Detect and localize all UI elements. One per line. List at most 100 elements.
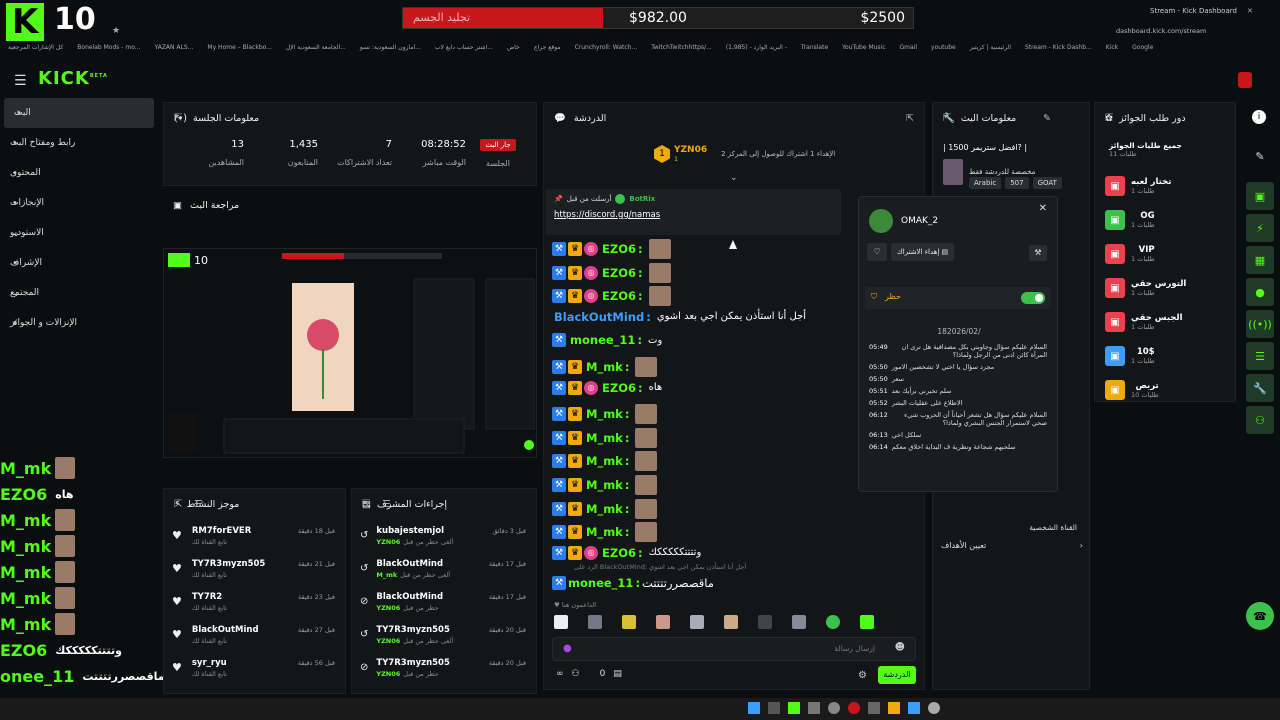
bookmark-item[interactable]: Crunchyroll: Watch...	[575, 44, 638, 56]
notification-icon[interactable]	[1238, 72, 1252, 88]
broadcast-icon[interactable]: ((•))	[1246, 310, 1274, 338]
follow-icon[interactable]: ♡	[867, 243, 887, 261]
close-icon[interactable]: ✕	[1039, 203, 1047, 214]
chat-username[interactable]: BlackOutMind	[554, 310, 644, 324]
bookmark-item[interactable]: الجامعة السعودية الإل...	[286, 44, 346, 56]
bookmark-item[interactable]: أمازون السعودية: تسو...	[360, 44, 421, 56]
chat-username[interactable]: EZO6	[602, 546, 636, 560]
chat-username[interactable]: monee_11	[570, 333, 635, 347]
activity-row[interactable]: ♥ TY7R2 تابع القناة لك قبل 23 دقيقة	[164, 585, 345, 618]
expand-icon[interactable]: ⇱	[1105, 113, 1113, 124]
chat-username[interactable]: M_mk	[586, 407, 623, 421]
wrench-icon[interactable]: 🔧	[1246, 374, 1274, 402]
menu-icon[interactable]: ☰	[14, 73, 27, 89]
bookmark-item[interactable]: موقع جراج	[534, 44, 561, 56]
sidebar-item-0[interactable]: • البث	[4, 98, 154, 128]
channel-label[interactable]: القناة الشخصية	[1029, 523, 1077, 532]
mod-tools-icon[interactable]: ⚒	[1029, 245, 1047, 261]
expand-icon[interactable]: ⇱	[943, 113, 951, 124]
app-icon[interactable]	[768, 702, 780, 714]
users-icon[interactable]: ⚇	[572, 669, 580, 679]
settings-icon[interactable]: ⚙	[858, 670, 867, 681]
chat-username[interactable]: M_mk	[586, 525, 623, 539]
infinity-icon[interactable]: ∞	[556, 669, 564, 679]
gift-icon[interactable]: ▤	[613, 669, 622, 679]
app-icon[interactable]	[748, 702, 760, 714]
mod-action-row[interactable]: ⊘ BlackOutMind YZN06 حظر من قبل قبل 17 دقيقة	[352, 585, 536, 618]
reward-item[interactable]: ▣ 10$ طلبات 1	[1095, 339, 1237, 373]
url-bar[interactable]: dashboard.kick.com/stream	[1116, 27, 1206, 35]
supporter-avatar[interactable]	[690, 615, 704, 629]
app-icon[interactable]	[908, 702, 920, 714]
chat-username[interactable]: M_mk	[586, 360, 623, 374]
supporter-avatar[interactable]	[656, 615, 670, 629]
bookmark-item[interactable]: YouTube Music	[842, 44, 885, 56]
app-icon[interactable]	[788, 702, 800, 714]
chat-username[interactable]: M_mk	[586, 478, 623, 492]
app-icon[interactable]	[808, 702, 820, 714]
sidebar-item-6[interactable]: ⌄ المجتمع	[0, 278, 158, 308]
sidebar-item-4[interactable]: ⌄ الاستوديو	[0, 218, 158, 248]
supporter-avatar[interactable]	[792, 615, 806, 629]
reward-item[interactable]: ▣ الجبس حقي طلبات 1	[1095, 305, 1237, 339]
kick-logo[interactable]: KICKBETA	[38, 68, 108, 89]
set-goals-row[interactable]: تعيين الأهداف ›	[941, 541, 1083, 550]
stream-tag[interactable]: Arabic	[969, 177, 1002, 189]
app-icon[interactable]	[868, 702, 880, 714]
bookmark-item[interactable]: الرئيسية | كريتير	[970, 44, 1011, 56]
mod-action-row[interactable]: ⊘ TY7R3myzn505 YZN06 حظر من قبل قبل 20 دقيقة	[352, 651, 536, 684]
chat-username[interactable]: M_mk	[586, 431, 623, 445]
expand-icon[interactable]: ⇱	[174, 113, 182, 124]
bookmark-item[interactable]: Google	[1132, 44, 1153, 56]
mic-icon[interactable]: ●	[563, 643, 572, 654]
sidebar-item-5[interactable]: • الإشراف	[0, 248, 158, 278]
chat-username[interactable]: monee_11	[568, 576, 633, 590]
supporter-avatar[interactable]	[860, 615, 874, 629]
supporter-avatar[interactable]	[622, 615, 636, 629]
all-requests[interactable]: جميع طلبات الجوائز طلبات 11	[1109, 141, 1221, 158]
bookmark-item[interactable]: كل الإشارات المرجعية	[8, 44, 63, 56]
activity-row[interactable]: ♥ TY7R3myzn505 تابع القناة لك قبل 21 دقيقة	[164, 552, 345, 585]
bookmark-item[interactable]: My Home – Blackbo...	[207, 44, 272, 56]
supporter-avatar[interactable]	[758, 615, 772, 629]
supporter-avatar[interactable]	[724, 615, 738, 629]
sidebar-item-2[interactable]: • المحتوى	[0, 158, 158, 188]
bookmark-item[interactable]: Stream - Kick Dashb...	[1025, 44, 1092, 56]
frame-icon[interactable]: ▣	[1246, 182, 1274, 210]
pinned-link[interactable]: https://discord.gg/namas	[554, 210, 833, 220]
send-chat-button[interactable]: الدردشة	[878, 666, 916, 684]
reward-item[interactable]: ▣ OG طلبات 1	[1095, 203, 1237, 237]
sidebar-item-3[interactable]: • الإنجازات	[0, 188, 158, 218]
chat-bubble-icon[interactable]: ●	[1246, 278, 1274, 306]
chat-username[interactable]: EZO6	[602, 381, 636, 395]
app-icon[interactable]	[928, 702, 940, 714]
stream-preview[interactable]: 10	[163, 248, 537, 458]
reward-item[interactable]: ▣ التورس حقي طلبات 1	[1095, 271, 1237, 305]
bookmark-item[interactable]: youtube	[931, 44, 956, 56]
expand-icon[interactable]: ⇱	[362, 499, 370, 510]
ban-toggle[interactable]	[1021, 292, 1045, 304]
mod-action-row[interactable]: ↺ TY7R3myzn505 YZN06 ألغى حظر من قبل قبل 20 …	[352, 618, 536, 651]
expand-icon[interactable]: ⇱	[906, 113, 914, 124]
close-icon[interactable]: ✕	[1247, 7, 1253, 15]
chat-username[interactable]: M_mk	[586, 502, 623, 516]
sidebar-item-1[interactable]: • رابط ومفتاح البث	[0, 128, 158, 158]
app-icon[interactable]	[888, 702, 900, 714]
expand-icon[interactable]: ⇱	[174, 499, 182, 510]
app-icon[interactable]	[848, 702, 860, 714]
activity-row[interactable]: ♥ RM7forEVER تابع القناة لك قبل 18 دقيقة	[164, 519, 345, 552]
bookmark-item[interactable]: YAZAN ALS...	[155, 44, 194, 56]
app-icon[interactable]	[828, 702, 840, 714]
share-icon[interactable]: ⚇	[1246, 406, 1274, 434]
avatar[interactable]	[869, 209, 893, 233]
chevron-down-icon[interactable]: ⌄	[730, 173, 738, 183]
bookmark-item[interactable]: Translate	[801, 44, 828, 56]
filter-icon[interactable]: ☰	[194, 499, 203, 510]
mod-action-row[interactable]: ↺ kubajestemjol YZN06 ألغى حظر من قبل قبل 3 …	[352, 519, 536, 552]
bookmark-item[interactable]: اشتر حساب دايغ لاب...	[435, 44, 493, 56]
mod-action-row[interactable]: ↺ BlackOutMind M_mk ألغى حظر من قبل قبل 17 د…	[352, 552, 536, 585]
chat-input[interactable]: ● إرسال رسالة ☻	[552, 637, 916, 661]
star-icon[interactable]: ★	[112, 26, 120, 36]
reward-item[interactable]: ▣ VIP طلبات 1	[1095, 237, 1237, 271]
list-icon[interactable]: ☰	[1246, 342, 1274, 370]
